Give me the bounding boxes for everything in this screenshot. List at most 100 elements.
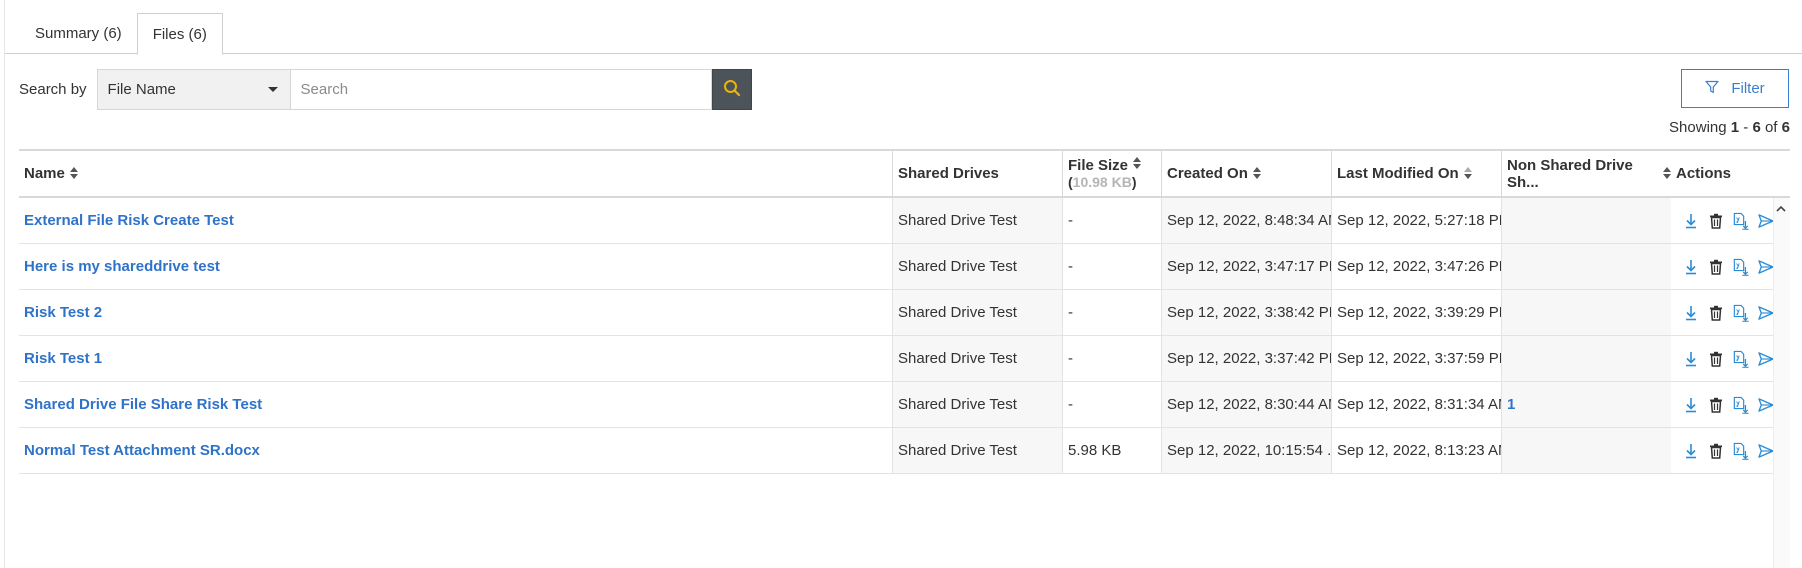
table-row: Shared Drive File Share Risk Test Shared …	[19, 382, 1790, 428]
send-icon[interactable]	[1758, 350, 1774, 368]
cell-shared-drive: Shared Drive Test	[892, 244, 1062, 289]
cell-non-shared	[1501, 336, 1671, 381]
trash-icon[interactable]	[1708, 396, 1724, 414]
file-size-value: 5.98 KB	[1068, 442, 1122, 459]
export-file-icon[interactable]	[1733, 304, 1749, 322]
last-modified-value: Sep 12, 2022, 3:37:59 PM	[1337, 350, 1501, 367]
col-last-modified-label: Last Modified On	[1337, 165, 1459, 182]
export-file-icon[interactable]	[1733, 442, 1749, 460]
file-name-link[interactable]: Risk Test 1	[24, 350, 102, 367]
created-on-value: Sep 12, 2022, 3:38:42 PM	[1167, 304, 1331, 321]
cell-last-modified: Sep 12, 2022, 3:47:26 PM	[1331, 244, 1501, 289]
cell-non-shared: 1	[1501, 382, 1671, 427]
trash-icon[interactable]	[1708, 212, 1724, 230]
trash-icon[interactable]	[1708, 350, 1724, 368]
cell-shared-drive: Shared Drive Test	[892, 336, 1062, 381]
left-border	[4, 0, 5, 568]
table-body: External File Risk Create Test Shared Dri…	[19, 198, 1790, 474]
file-name-link[interactable]: External File Risk Create Test	[24, 212, 234, 229]
cell-file-size: -	[1062, 336, 1161, 381]
col-actions: Actions	[1671, 151, 1790, 196]
download-icon[interactable]	[1683, 212, 1699, 230]
showing-start: 1	[1730, 119, 1740, 136]
tab-files[interactable]: Files (6)	[136, 13, 223, 55]
export-file-icon[interactable]	[1733, 396, 1749, 414]
shared-drive-value: Shared Drive Test	[898, 350, 1017, 367]
file-size-total-close: )	[1131, 173, 1137, 190]
download-icon[interactable]	[1683, 350, 1699, 368]
file-name-link[interactable]: Normal Test Attachment SR.docx	[24, 442, 260, 459]
send-icon[interactable]	[1758, 258, 1774, 276]
export-file-icon[interactable]	[1733, 258, 1749, 276]
file-size-value: -	[1068, 304, 1073, 321]
cell-last-modified: Sep 12, 2022, 3:37:59 PM	[1331, 336, 1501, 381]
file-name-link[interactable]: Risk Test 2	[24, 304, 102, 321]
cell-shared-drive: Shared Drive Test	[892, 428, 1062, 473]
trash-icon[interactable]	[1708, 258, 1724, 276]
vertical-scrollbar[interactable]	[1773, 198, 1790, 568]
export-file-icon[interactable]	[1733, 350, 1749, 368]
download-icon[interactable]	[1683, 258, 1699, 276]
cell-shared-drive: Shared Drive Test	[892, 382, 1062, 427]
last-modified-value: Sep 12, 2022, 8:13:23 AM	[1337, 442, 1501, 459]
cell-created-on: Sep 12, 2022, 3:37:42 PM	[1161, 336, 1331, 381]
download-icon[interactable]	[1683, 396, 1699, 414]
tab-divider	[5, 53, 1802, 54]
non-shared-count-link[interactable]: 1	[1507, 396, 1515, 413]
search-by-label: Search by	[19, 81, 87, 98]
col-file-size[interactable]: File Size (10.98 KB)	[1062, 151, 1161, 196]
send-icon[interactable]	[1758, 304, 1774, 322]
shared-drive-value: Shared Drive Test	[898, 396, 1017, 413]
chevron-down-icon	[267, 87, 278, 92]
file-size-value: -	[1068, 258, 1073, 275]
cell-shared-drive: Shared Drive Test	[892, 290, 1062, 335]
send-icon[interactable]	[1758, 212, 1774, 230]
sort-icon	[1252, 167, 1262, 180]
shared-drive-value: Shared Drive Test	[898, 442, 1017, 459]
search-field-select[interactable]: File Name	[96, 69, 291, 110]
trash-icon[interactable]	[1708, 304, 1724, 322]
download-icon[interactable]	[1683, 304, 1699, 322]
file-name-link[interactable]: Here is my shareddrive test	[24, 258, 220, 275]
col-last-modified-on[interactable]: Last Modified On	[1331, 151, 1501, 196]
file-size-value: -	[1068, 396, 1073, 413]
cell-last-modified: Sep 12, 2022, 3:39:29 PM	[1331, 290, 1501, 335]
cell-non-shared	[1501, 244, 1671, 289]
download-icon[interactable]	[1683, 442, 1699, 460]
col-name[interactable]: Name	[19, 151, 892, 196]
sort-icon	[1133, 156, 1142, 170]
tab-bar: Summary (6) Files (6)	[20, 13, 223, 55]
filter-button[interactable]: Filter	[1681, 69, 1789, 108]
search-icon	[723, 79, 741, 101]
pagination-summary: Showing 1 - 6 of 6	[1669, 119, 1790, 136]
col-non-shared-drive[interactable]: Non Shared Drive Sh...	[1501, 151, 1671, 196]
search-input[interactable]	[290, 69, 712, 110]
col-created-on[interactable]: Created On	[1161, 151, 1331, 196]
search-button[interactable]	[711, 69, 752, 110]
sort-icon	[1662, 167, 1671, 180]
file-name-link[interactable]: Shared Drive File Share Risk Test	[24, 396, 262, 413]
last-modified-value: Sep 12, 2022, 3:39:29 PM	[1337, 304, 1501, 321]
cell-name: Normal Test Attachment SR.docx	[19, 428, 892, 473]
send-icon[interactable]	[1758, 396, 1774, 414]
shared-drive-value: Shared Drive Test	[898, 212, 1017, 229]
cell-last-modified: Sep 12, 2022, 8:31:34 AM	[1331, 382, 1501, 427]
created-on-value: Sep 12, 2022, 8:48:34 AM	[1167, 212, 1331, 229]
funnel-icon	[1705, 80, 1719, 98]
shared-drive-value: Shared Drive Test	[898, 258, 1017, 275]
col-actions-label: Actions	[1676, 165, 1732, 182]
search-bar: Search by File Name	[19, 69, 752, 110]
cell-file-size: 5.98 KB	[1062, 428, 1161, 473]
cell-name: Here is my shareddrive test	[19, 244, 892, 289]
created-on-value: Sep 12, 2022, 3:37:42 PM	[1167, 350, 1331, 367]
export-file-icon[interactable]	[1733, 212, 1749, 230]
cell-name: Shared Drive File Share Risk Test	[19, 382, 892, 427]
created-on-value: Sep 12, 2022, 3:47:17 PM	[1167, 258, 1331, 275]
table-row: Here is my shareddrive test Shared Drive …	[19, 244, 1790, 290]
cell-created-on: Sep 12, 2022, 8:30:44 AM	[1161, 382, 1331, 427]
cell-last-modified: Sep 12, 2022, 5:27:18 PM	[1331, 198, 1501, 243]
scroll-up-arrow-icon[interactable]	[1774, 202, 1788, 216]
tab-summary[interactable]: Summary (6)	[20, 13, 137, 54]
send-icon[interactable]	[1758, 442, 1774, 460]
trash-icon[interactable]	[1708, 442, 1724, 460]
